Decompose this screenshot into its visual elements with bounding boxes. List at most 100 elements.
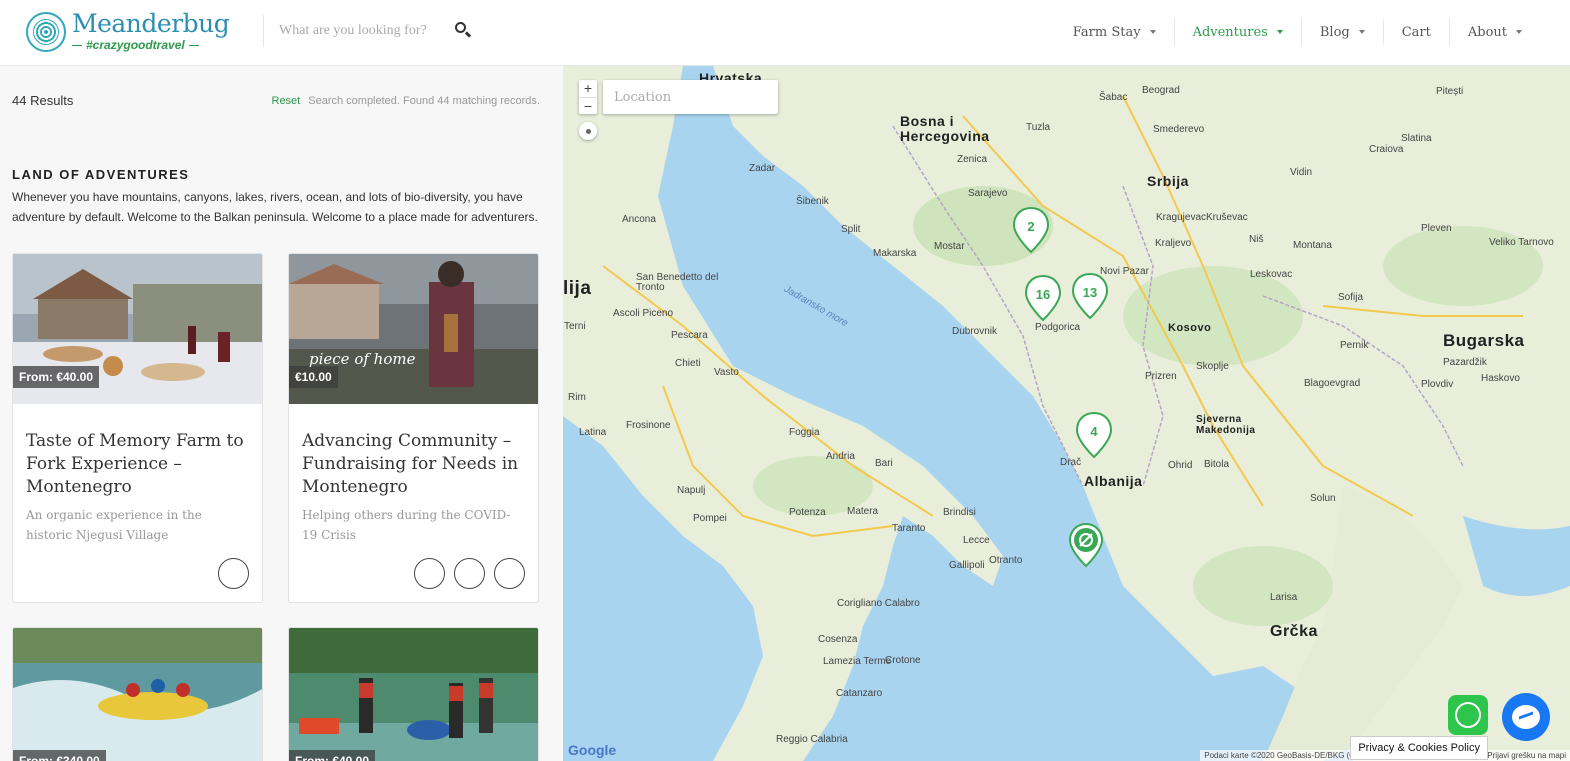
- price-badge: From: €340.00: [13, 750, 106, 761]
- city-label: Latina: [579, 427, 607, 438]
- city-label: Matera: [847, 506, 879, 517]
- svg-text:2: 2: [1027, 219, 1034, 234]
- city-label: Sarajevo: [968, 188, 1008, 199]
- card-title[interactable]: Advancing Community – Fundraising for Ne…: [302, 430, 525, 499]
- city-label: Bitola: [1204, 459, 1230, 470]
- zoom-out-button[interactable]: −: [579, 97, 597, 114]
- city-label: Catanzaro: [836, 688, 883, 699]
- card-subtitle: An organic experience in the historic Nj…: [26, 508, 202, 542]
- listing-card[interactable]: From: €40.00 Taste of Memory Farm to For…: [12, 253, 263, 603]
- logo[interactable]: Meanderbug #crazygoodtravel: [26, 9, 230, 52]
- city-label: Skoplje: [1196, 361, 1229, 372]
- city-label: Prizren: [1145, 371, 1177, 382]
- city-label: Gallipoli: [949, 560, 985, 571]
- city-label: Ascoli Piceno: [613, 308, 674, 319]
- listing-panel: 44 Results Reset Search completed. Found…: [0, 66, 563, 761]
- listing-card[interactable]: From: €340.00: [12, 627, 263, 761]
- chevron-down-icon: [1358, 30, 1365, 34]
- city-label: Andria: [826, 451, 855, 462]
- city-label: Frosinone: [626, 420, 671, 431]
- chevron-down-icon: [1149, 30, 1156, 34]
- city-label: Haskovo: [1481, 373, 1520, 384]
- listing-card[interactable]: €10.00 piece of home Advancing Community…: [288, 253, 539, 603]
- city-label: Napulj: [677, 485, 706, 496]
- zoom-control: + −: [579, 80, 597, 114]
- country-label: Sjeverna Makedonija: [1196, 414, 1256, 436]
- section-title: LAND OF ADVENTURES: [12, 167, 190, 182]
- city-label: Mostar: [934, 241, 965, 252]
- city-label: Plovdiv: [1421, 379, 1454, 390]
- listing-card[interactable]: From: €40.00: [288, 627, 539, 761]
- whatsapp-icon[interactable]: [1448, 695, 1488, 735]
- cluster-marker[interactable]: 16: [1024, 274, 1062, 322]
- city-label: Makarska: [873, 248, 917, 259]
- geolocate-icon[interactable]: [579, 122, 597, 140]
- card-image[interactable]: From: €40.00: [13, 254, 262, 404]
- logo-tagline: #crazygoodtravel: [86, 38, 185, 52]
- messenger-icon[interactable]: [1502, 693, 1550, 741]
- card-title[interactable]: Taste of Memory Farm to Fork Experience …: [26, 430, 249, 499]
- search-input[interactable]: [279, 23, 439, 39]
- city-label: Pazardžik: [1443, 357, 1487, 368]
- price-badge: €10.00: [289, 366, 338, 388]
- city-label: Bari: [875, 458, 893, 469]
- city-label: Kragujevac: [1156, 212, 1207, 223]
- map-tiles[interactable]: [563, 66, 1570, 761]
- card-image[interactable]: From: €340.00: [13, 628, 262, 761]
- svg-text:4: 4: [1090, 424, 1098, 439]
- city-label: Rim: [568, 392, 586, 403]
- location-input[interactable]: [603, 80, 778, 114]
- city-label: Veliko Tarnovo: [1489, 237, 1554, 248]
- category-icon[interactable]: [454, 558, 485, 589]
- section-description: Whenever you have mountains, canyons, la…: [12, 190, 538, 224]
- country-label: Srbija: [1147, 173, 1189, 189]
- city-label: San Benedetto del Tronto: [636, 272, 719, 293]
- city-label: Blagoevgrad: [1304, 378, 1361, 389]
- location-marker-icon[interactable]: [1068, 522, 1104, 568]
- chevron-down-icon: [1276, 30, 1283, 34]
- reset-link[interactable]: Reset: [272, 95, 301, 107]
- city-label: Zenica: [957, 154, 988, 165]
- country-label: Albanija: [1084, 473, 1143, 489]
- nav-about[interactable]: About: [1448, 19, 1540, 45]
- city-label: Cosenza: [818, 634, 858, 645]
- nav-farm-stay[interactable]: Farm Stay: [1055, 19, 1174, 45]
- city-label: Terni: [564, 321, 586, 332]
- city-label: Pitești: [1436, 86, 1464, 97]
- card-image[interactable]: €10.00 piece of home: [289, 254, 538, 404]
- city-label: Lecce: [963, 535, 990, 546]
- privacy-policy-button[interactable]: Privacy & Cookies Policy: [1350, 736, 1488, 760]
- nav-blog[interactable]: Blog: [1300, 19, 1383, 45]
- city-label: Kraljevo: [1155, 238, 1192, 249]
- city-label: Corigliano Calabro: [837, 598, 920, 609]
- svg-text:16: 16: [1036, 287, 1050, 302]
- city-label: Ohrid: [1168, 460, 1193, 471]
- nav-adventures[interactable]: Adventures: [1173, 19, 1301, 45]
- city-label: Solun: [1310, 493, 1336, 504]
- meanderbug-logo-icon: [26, 11, 66, 52]
- zoom-in-button[interactable]: +: [579, 80, 597, 97]
- nav-cart[interactable]: Cart: [1382, 19, 1449, 45]
- card-image[interactable]: From: €40.00: [289, 628, 538, 761]
- cluster-marker[interactable]: 4: [1075, 411, 1113, 459]
- cluster-marker[interactable]: 2: [1012, 206, 1050, 254]
- category-icon[interactable]: [494, 558, 525, 589]
- country-label: Grčka: [1270, 623, 1318, 640]
- cluster-marker[interactable]: 13: [1071, 272, 1109, 320]
- city-label: Zadar: [749, 163, 776, 174]
- city-label: Pleven: [1421, 223, 1452, 234]
- map[interactable]: Hrvatska Bosna i Hercegovina Srbija Koso…: [563, 66, 1570, 761]
- search-icon[interactable]: [454, 21, 474, 41]
- category-icon[interactable]: [218, 558, 249, 589]
- logo-title: Meanderbug: [72, 9, 230, 38]
- city-label: Slatina: [1401, 133, 1432, 144]
- city-label: Podgorica: [1035, 322, 1081, 333]
- city-label: Foggia: [789, 427, 820, 438]
- city-label: Beograd: [1142, 85, 1180, 96]
- city-label: Smederevo: [1153, 124, 1205, 135]
- category-icon[interactable]: [414, 558, 445, 589]
- city-label: Otranto: [989, 555, 1023, 566]
- city-label: Kruševac: [1206, 212, 1248, 223]
- city-label: Niš: [1249, 234, 1264, 245]
- city-label: Brindisi: [943, 507, 976, 518]
